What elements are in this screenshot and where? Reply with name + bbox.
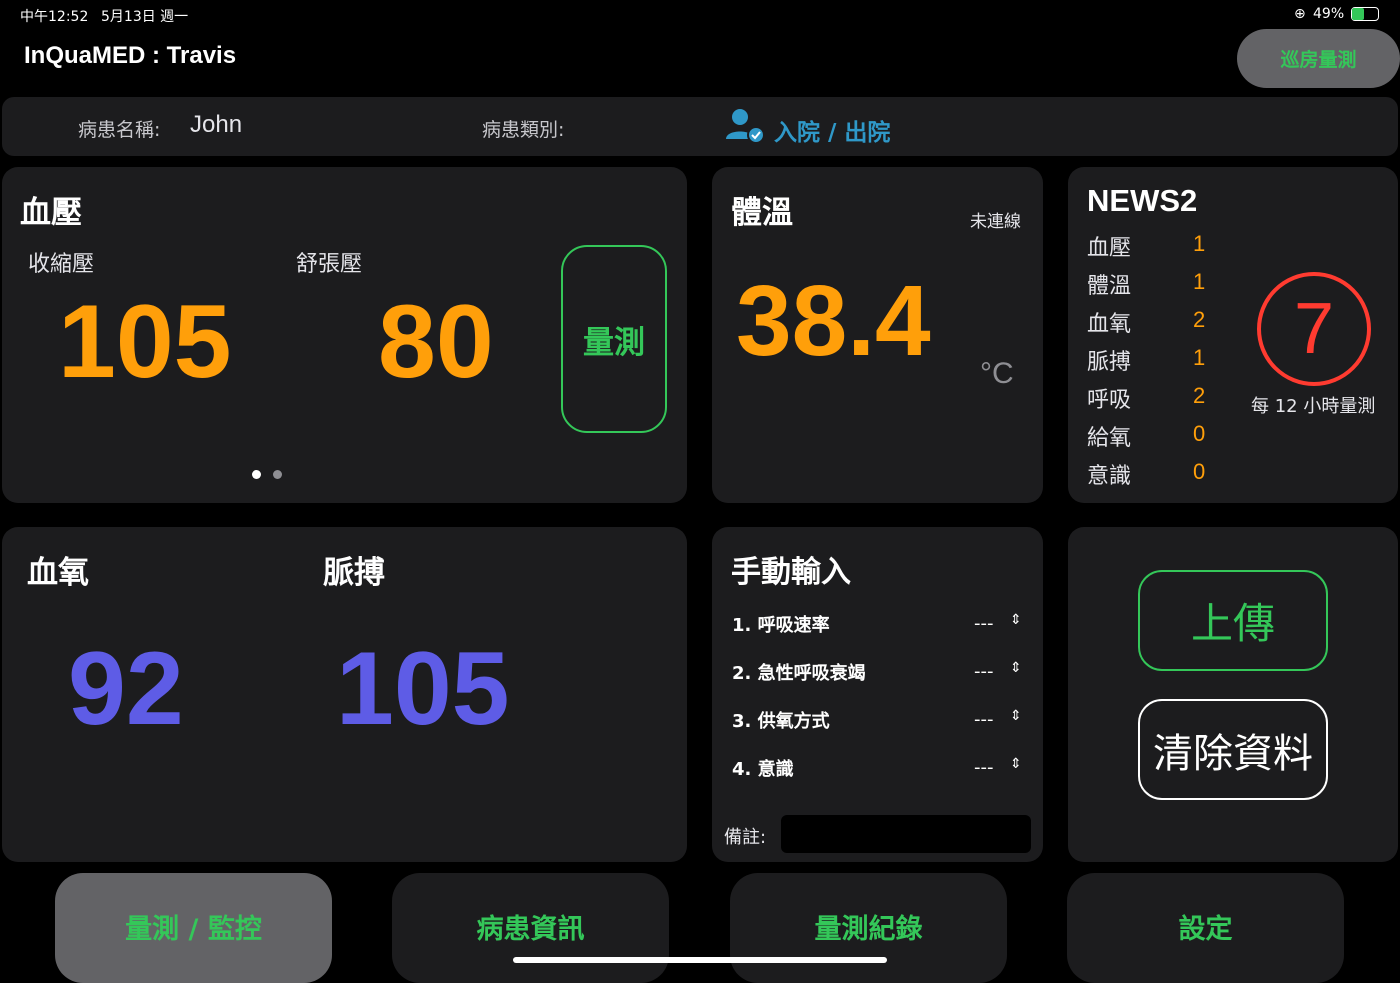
spo2-title: 血氧 <box>27 555 89 591</box>
ward-round-button[interactable]: 巡房量測 <box>1237 29 1400 88</box>
status-time: 中午12:52 <box>20 9 89 25</box>
news2-score-ring: 7 <box>1257 272 1371 386</box>
up-down-chevron-icon[interactable]: ⇕ <box>1010 660 1022 676</box>
news2-frequency: 每 12 小時量測 <box>1251 396 1376 417</box>
connection-status: 未連線 <box>970 212 1021 232</box>
news2-row-score: 2 <box>1193 383 1206 408</box>
manual-item-value[interactable]: --- <box>974 709 994 730</box>
home-indicator[interactable] <box>513 957 887 963</box>
news2-row-label: 呼吸 <box>1087 388 1132 413</box>
manual-input-title: 手動輸入 <box>731 555 851 590</box>
temperature-title: 體溫 <box>731 195 793 231</box>
bp-title: 血壓 <box>20 195 82 231</box>
note-input[interactable] <box>781 815 1031 853</box>
app-title: InQuaMED : Travis <box>24 42 237 69</box>
tab-patient-info[interactable]: 病患資訊 <box>392 873 669 983</box>
manual-item-value[interactable]: --- <box>974 613 994 634</box>
news2-row-label: 給氧 <box>1087 426 1132 451</box>
tab-settings[interactable]: 設定 <box>1067 873 1344 983</box>
spo2-pulse-card: 血氧 脈搏 92 105 <box>2 527 687 862</box>
manual-item-label: 3. 供氧方式 <box>732 711 830 732</box>
patient-type-label: 病患類別: <box>482 119 565 141</box>
news2-row-score: 0 <box>1193 459 1206 484</box>
news2-total: 7 <box>1293 289 1335 369</box>
upload-button[interactable]: 上傳 <box>1138 570 1328 671</box>
up-down-chevron-icon[interactable]: ⇕ <box>1010 708 1022 724</box>
news2-row-label: 意識 <box>1087 464 1132 489</box>
up-down-chevron-icon[interactable]: ⇕ <box>1010 612 1022 628</box>
systolic-value: 105 <box>58 284 232 400</box>
person-check-icon[interactable] <box>724 107 766 151</box>
manual-item-value[interactable]: --- <box>974 661 994 682</box>
tab-measure-monitor[interactable]: 量測 / 監控 <box>55 873 332 983</box>
pulse-value: 105 <box>336 631 510 747</box>
battery-icon <box>1351 7 1379 21</box>
manual-item-label: 1. 呼吸速率 <box>732 615 830 636</box>
patient-bar: 病患名稱: John 病患類別: 入院 / 出院 <box>2 97 1398 156</box>
manual-input-card: 手動輸入 <box>712 527 1043 862</box>
news2-row-label: 血氧 <box>1087 312 1132 337</box>
patient-name: John <box>190 111 243 138</box>
patient-name-label: 病患名稱: <box>78 119 161 141</box>
manual-item-label: 4. 意識 <box>732 759 794 780</box>
page-dot-active[interactable] <box>252 470 261 479</box>
bp-measure-button[interactable]: 量測 <box>561 245 667 433</box>
news2-row-label: 脈搏 <box>1087 350 1132 375</box>
status-date: 5月13日 週一 <box>101 9 189 25</box>
news2-row-score: 1 <box>1193 231 1206 256</box>
location-icon: ⊕ <box>1294 6 1306 22</box>
news2-row-label: 體溫 <box>1087 274 1132 299</box>
temperature-card: 體溫 未連線 38.4 °C <box>712 167 1043 503</box>
admission-discharge-link[interactable]: 入院 / 出院 <box>774 113 890 147</box>
systolic-label: 收縮壓 <box>28 252 95 277</box>
clear-data-button[interactable]: 清除資料 <box>1138 699 1328 800</box>
news2-row-score: 1 <box>1193 345 1206 370</box>
spo2-value: 92 <box>68 631 184 747</box>
manual-item-label: 2. 急性呼吸衰竭 <box>732 663 866 684</box>
news2-title: NEWS2 <box>1087 183 1198 218</box>
note-label: 備註: <box>724 827 767 848</box>
temperature-unit: °C <box>980 357 1014 390</box>
diastolic-label: 舒張壓 <box>296 252 363 277</box>
temperature-value: 38.4 <box>736 265 931 377</box>
diastolic-value: 80 <box>378 284 494 400</box>
tab-measurement-records[interactable]: 量測紀錄 <box>730 873 1007 983</box>
news2-card: NEWS2 血壓 1 體溫 1 血氧 2 脈搏 1 呼吸 2 給氧 0 意識 0… <box>1068 167 1398 503</box>
news2-row-label: 血壓 <box>1087 236 1132 261</box>
battery-percent: 49% <box>1313 6 1345 22</box>
news2-row-score: 1 <box>1193 269 1206 294</box>
pulse-title: 脈搏 <box>323 555 385 591</box>
page-dot[interactable] <box>273 470 282 479</box>
news2-row-score: 0 <box>1193 421 1206 446</box>
up-down-chevron-icon[interactable]: ⇕ <box>1010 756 1022 772</box>
news2-row-score: 2 <box>1193 307 1206 332</box>
manual-item-value[interactable]: --- <box>974 757 994 778</box>
